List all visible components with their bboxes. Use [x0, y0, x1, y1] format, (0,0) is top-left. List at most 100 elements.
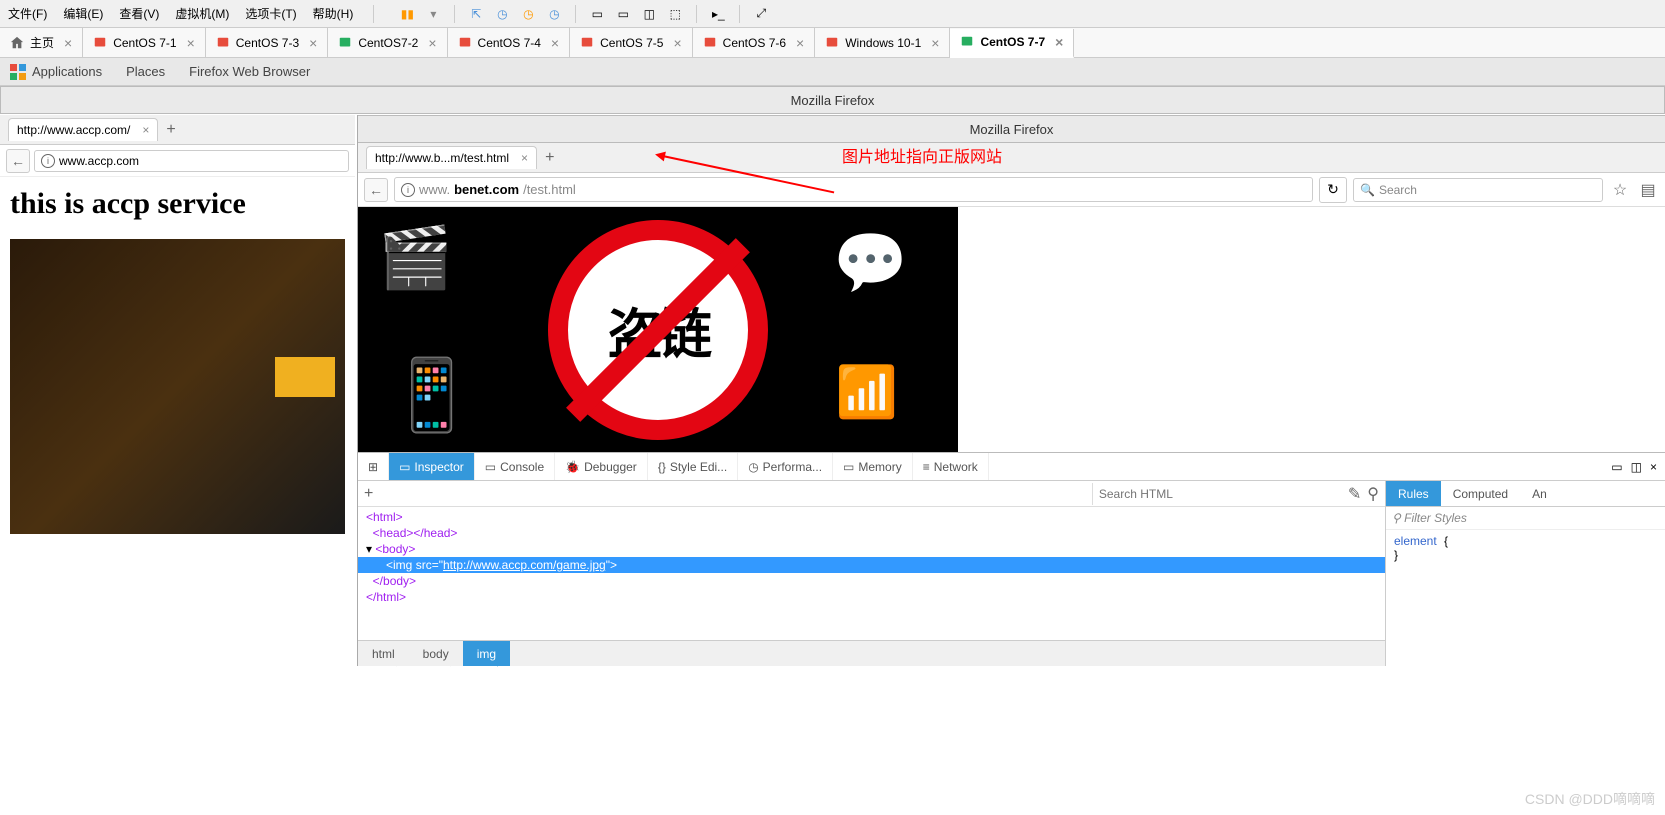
- gnome-topbar: Applications Places Firefox Web Browser: [0, 58, 1665, 86]
- inspector-tab[interactable]: ▭ Inspector: [389, 453, 475, 480]
- bookmark-button[interactable]: ☆: [1609, 179, 1631, 201]
- filter-icon: ⚲: [1392, 511, 1401, 525]
- animations-tab[interactable]: An: [1520, 481, 1559, 506]
- vm-tab-centos72[interactable]: CentOS7-2 ×: [328, 28, 447, 57]
- places-menu[interactable]: Places: [126, 64, 165, 79]
- url-input[interactable]: i www.benet.com/test.html: [394, 177, 1313, 202]
- edit-icon[interactable]: ✎: [1348, 484, 1361, 504]
- tab-label: Memory: [858, 460, 901, 474]
- vm-tab-windows10[interactable]: Windows 10-1 ×: [815, 28, 950, 57]
- menu-help[interactable]: 帮助(H): [313, 5, 354, 22]
- close-icon[interactable]: ×: [1055, 34, 1063, 50]
- crumb-body[interactable]: body: [409, 641, 463, 666]
- menu-view[interactable]: 查看(V): [119, 5, 159, 22]
- close-icon[interactable]: ×: [1650, 460, 1657, 474]
- tab-label: Inspector: [414, 460, 463, 474]
- expand-icon[interactable]: ⤢: [752, 5, 770, 23]
- search-input[interactable]: 🔍 Search: [1353, 178, 1603, 202]
- close-icon[interactable]: ×: [309, 35, 317, 51]
- style-rule[interactable]: element { }: [1386, 530, 1665, 566]
- send-icon[interactable]: ⇱: [467, 5, 485, 23]
- fit-icon[interactable]: ▭: [588, 5, 606, 23]
- refresh-button[interactable]: ↻: [1319, 177, 1347, 203]
- close-icon[interactable]: ×: [673, 35, 681, 51]
- split-icon[interactable]: ◫: [1631, 460, 1642, 474]
- snapshot-manage-icon[interactable]: ◷: [519, 5, 537, 23]
- separator: [739, 5, 740, 23]
- snapshot-icon[interactable]: ◷: [493, 5, 511, 23]
- vm-tab-centos71[interactable]: CentOS 7-1 ×: [83, 28, 206, 57]
- fullscreen-icon[interactable]: ▭: [614, 5, 632, 23]
- tab-label: 主页: [30, 34, 54, 51]
- close-icon[interactable]: ×: [796, 35, 804, 51]
- search-html-input[interactable]: [1092, 483, 1342, 505]
- applications-menu[interactable]: Applications: [32, 64, 102, 79]
- camera-bg-icon: 🎬: [378, 222, 453, 293]
- network-tab[interactable]: ≡ Network: [913, 453, 989, 480]
- tab-label: Performa...: [763, 460, 822, 474]
- close-icon[interactable]: ×: [428, 35, 436, 51]
- menu-tabs[interactable]: 选项卡(T): [245, 5, 296, 22]
- add-node-button[interactable]: +: [364, 485, 373, 503]
- title-text: Mozilla Firefox: [970, 122, 1054, 137]
- memory-tab[interactable]: ▭ Memory: [833, 453, 913, 480]
- crumb-html[interactable]: html: [358, 641, 409, 666]
- debugger-tab[interactable]: 🐞 Debugger: [555, 453, 648, 480]
- tree-line-selected[interactable]: <img src="http://www.accp.com/game.jpg">: [358, 557, 1385, 573]
- menu-edit[interactable]: 编辑(E): [63, 5, 103, 22]
- vm-tab-centos76[interactable]: CentOS 7-6 ×: [693, 28, 816, 57]
- prohibition-sign: 盗链: [548, 220, 768, 440]
- tree-line[interactable]: ▾ <body>: [358, 541, 1385, 557]
- tree-line[interactable]: <html>: [358, 509, 1385, 525]
- html-panel: + ✎ ⚲ 图片地址指向正版网站 <html> <head></head> ▾ …: [358, 481, 1385, 666]
- snapshot2-icon[interactable]: ◷: [545, 5, 563, 23]
- chevron-down-icon[interactable]: ▾: [424, 5, 442, 23]
- new-tab-button[interactable]: +: [545, 149, 554, 167]
- terminal-icon[interactable]: ▸_: [709, 5, 727, 23]
- url-input[interactable]: i www.accp.com: [34, 150, 349, 172]
- vm-tab-centos74[interactable]: CentOS 7-4 ×: [448, 28, 571, 57]
- dom-tree[interactable]: <html> <head></head> ▾ <body> <img src="…: [358, 507, 1385, 640]
- menu-file[interactable]: 文件(F): [8, 5, 47, 22]
- menu-vm[interactable]: 虚拟机(M): [175, 5, 229, 22]
- vm-tab-home[interactable]: 主页 ×: [0, 28, 83, 57]
- close-icon[interactable]: ×: [187, 35, 195, 51]
- home-icon: [10, 36, 24, 50]
- tree-line[interactable]: </html>: [358, 589, 1385, 605]
- sidebar-button[interactable]: ▤: [1637, 179, 1659, 201]
- eyedropper-icon[interactable]: ⚲: [1367, 484, 1379, 504]
- rules-tab[interactable]: Rules: [1386, 481, 1441, 506]
- close-icon[interactable]: ×: [142, 123, 149, 137]
- current-app[interactable]: Firefox Web Browser: [189, 64, 310, 79]
- performance-tab[interactable]: ◷ Performa...: [738, 453, 833, 480]
- tab-label: CentOS 7-1: [113, 36, 176, 50]
- tree-line[interactable]: <head></head>: [358, 525, 1385, 541]
- style-editor-tab[interactable]: {} Style Edi...: [648, 453, 738, 480]
- close-icon[interactable]: ×: [521, 151, 528, 165]
- left-firefox-window: http://www.accp.com/ × + ← i www.accp.co…: [0, 115, 355, 544]
- pick-element-button[interactable]: ⊞: [358, 453, 389, 480]
- vm-tab-centos77[interactable]: CentOS 7-7 ×: [950, 29, 1074, 58]
- close-icon[interactable]: ×: [931, 35, 939, 51]
- unity-icon[interactable]: ◫: [640, 5, 658, 23]
- dock-icon[interactable]: ▭: [1611, 460, 1622, 474]
- console-icon[interactable]: ⬚: [666, 5, 684, 23]
- console-tab[interactable]: ▭ Console: [475, 453, 555, 480]
- new-tab-button[interactable]: +: [166, 121, 175, 139]
- browser-tab[interactable]: http://www.b...m/test.html ×: [366, 146, 537, 169]
- selector: element: [1394, 534, 1437, 548]
- back-button[interactable]: ←: [6, 149, 30, 173]
- vm-tab-centos75[interactable]: CentOS 7-5 ×: [570, 28, 693, 57]
- close-icon[interactable]: ×: [64, 35, 72, 51]
- info-icon[interactable]: i: [41, 154, 55, 168]
- info-icon[interactable]: i: [401, 183, 415, 197]
- tree-line[interactable]: </body>: [358, 573, 1385, 589]
- computed-tab[interactable]: Computed: [1441, 481, 1520, 506]
- tab-label: CentOS 7-7: [980, 35, 1045, 49]
- back-button[interactable]: ←: [364, 178, 388, 202]
- pause-icon[interactable]: ▮▮: [398, 5, 416, 23]
- vm-tab-centos73[interactable]: CentOS 7-3 ×: [206, 28, 329, 57]
- filter-styles-input[interactable]: ⚲ Filter Styles: [1386, 507, 1665, 530]
- browser-tab[interactable]: http://www.accp.com/ ×: [8, 118, 158, 141]
- close-icon[interactable]: ×: [551, 35, 559, 51]
